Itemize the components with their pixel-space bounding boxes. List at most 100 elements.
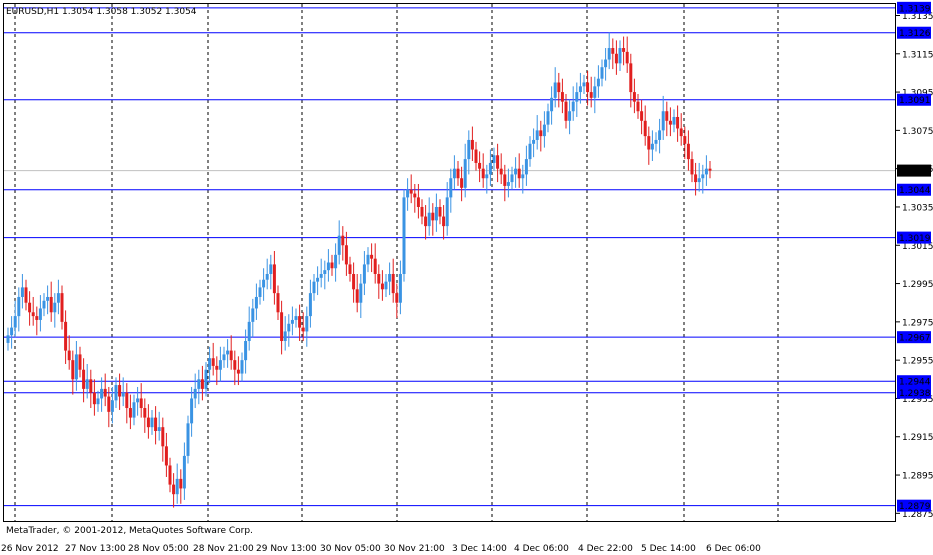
candle-body xyxy=(686,143,690,160)
candle-body xyxy=(542,124,546,137)
candle-body xyxy=(582,82,586,87)
y-axis-label: 1.2975 xyxy=(902,318,933,328)
candle-body xyxy=(362,264,366,284)
candle-body xyxy=(20,287,24,297)
candle-body xyxy=(557,82,561,93)
candle-body xyxy=(452,168,456,179)
candle-body xyxy=(168,465,172,485)
y-axis-label: 1.3075 xyxy=(902,127,933,137)
candle-body xyxy=(125,392,129,409)
candle-body xyxy=(506,182,510,186)
candle-body xyxy=(445,197,449,227)
x-axis-label: 4 Dec 22:00 xyxy=(578,544,633,554)
candle-body xyxy=(571,101,575,112)
candle-body xyxy=(604,59,608,68)
candle-body xyxy=(578,86,582,93)
candle-body xyxy=(96,398,100,405)
candle-body xyxy=(136,398,140,403)
candle-body xyxy=(60,293,64,322)
candle-body xyxy=(146,417,150,428)
candle-body xyxy=(28,302,32,313)
candle-body xyxy=(492,155,496,163)
candle-body xyxy=(139,398,143,409)
candle-body xyxy=(611,48,615,54)
candle-body xyxy=(402,197,406,274)
candle-body xyxy=(110,400,114,412)
candle-body xyxy=(38,308,42,320)
candle-body xyxy=(172,484,176,495)
candle-body xyxy=(298,316,302,328)
candle-body xyxy=(596,78,600,87)
candle-body xyxy=(193,388,197,399)
candle-body xyxy=(190,398,194,424)
candle-body xyxy=(154,417,158,432)
candle-body xyxy=(71,360,75,380)
candle-body xyxy=(74,354,78,380)
candle-body xyxy=(49,296,53,313)
y-axis-label: 1.3035 xyxy=(902,203,933,213)
x-axis-label: 28 Nov 05:00 xyxy=(128,544,189,554)
current-price-label: 1.3054 xyxy=(897,164,931,177)
candle-body xyxy=(326,262,330,271)
candle-body xyxy=(236,369,240,374)
candle-body xyxy=(355,289,359,303)
candle-body xyxy=(474,149,478,163)
candle-body xyxy=(46,296,50,301)
candle-body xyxy=(312,281,316,294)
chart-background xyxy=(0,0,933,555)
candle-body xyxy=(550,97,554,112)
candle-body xyxy=(341,235,345,246)
candle-body xyxy=(420,206,424,217)
candle-body xyxy=(348,264,352,274)
candle-body xyxy=(31,312,35,317)
x-axis-label: 30 Nov 05:00 xyxy=(320,544,381,554)
candle-body xyxy=(150,417,154,428)
candle-body xyxy=(13,316,17,328)
x-axis-label: 27 Nov 13:00 xyxy=(65,544,126,554)
candle-body xyxy=(449,178,453,198)
candle-body xyxy=(78,354,82,370)
candle-body xyxy=(179,478,183,489)
candle-body xyxy=(251,308,255,322)
candle-body xyxy=(510,174,514,183)
candle-body xyxy=(478,162,482,169)
y-axis-label: 1.2955 xyxy=(902,357,933,367)
candle-body xyxy=(161,427,165,447)
candle-body xyxy=(107,396,111,412)
candle-body xyxy=(398,273,402,303)
candle-body xyxy=(668,120,672,125)
candle-body xyxy=(460,178,464,188)
candle-body xyxy=(650,143,654,150)
candle-body xyxy=(56,293,60,303)
candle-body xyxy=(175,478,179,495)
candle-body xyxy=(233,360,237,370)
candle-body xyxy=(6,335,10,343)
candle-body xyxy=(215,365,219,370)
candle-body xyxy=(53,302,57,313)
x-axis-label: 26 Nov 2012 xyxy=(1,544,59,554)
y-axis-label: 1.2895 xyxy=(902,472,933,482)
candle-body xyxy=(157,427,161,432)
candle-body xyxy=(625,51,629,64)
candle-body xyxy=(380,283,384,290)
candle-body xyxy=(535,130,539,140)
candle-body xyxy=(658,130,662,140)
candle-body xyxy=(546,111,550,125)
candle-body xyxy=(683,136,687,144)
candle-body xyxy=(316,277,320,282)
candle-body xyxy=(384,281,388,290)
candle-body xyxy=(600,67,604,79)
candle-body xyxy=(679,128,683,137)
level-label: 1.3044 xyxy=(899,186,931,196)
candle-body xyxy=(103,388,107,397)
candle-body xyxy=(532,139,536,144)
candle-body xyxy=(586,82,590,93)
candle-body xyxy=(593,86,597,98)
candle-body xyxy=(485,174,489,179)
copyright-text: MetaTrader, © 2001-2012, MetaQuotes Soft… xyxy=(6,526,253,536)
price-chart[interactable]: 1.31351.31151.30951.30751.30551.30351.30… xyxy=(0,0,933,555)
candle-body xyxy=(24,287,28,303)
x-axis-label: 28 Nov 21:00 xyxy=(193,544,254,554)
candle-body xyxy=(416,197,420,207)
candle-body xyxy=(496,155,500,169)
